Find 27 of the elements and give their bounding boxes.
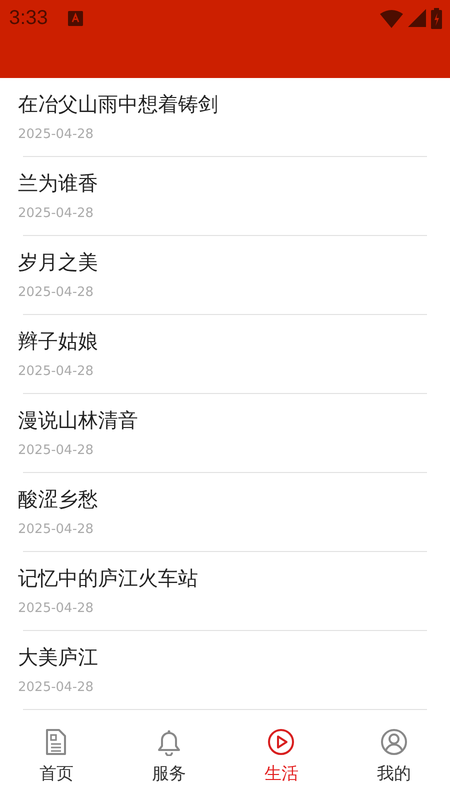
article-date: 2025-04-28 [18, 600, 94, 618]
article-date: 2025-04-28 [18, 126, 94, 144]
article-date: 2025-04-28 [18, 363, 94, 381]
article-title[interactable]: 兰为谁香 [18, 169, 98, 197]
article-title[interactable]: 大美庐江 [18, 643, 98, 671]
article-date: 2025-04-28 [18, 442, 94, 460]
article-title[interactable]: 漫说山林清音 [18, 406, 138, 434]
signal-icon [408, 9, 426, 27]
nav-tab[interactable]: 生活 [225, 710, 338, 800]
play-icon [267, 728, 296, 756]
status-time: 3:33 [9, 6, 48, 30]
article-title[interactable]: 辫子姑娘 [18, 327, 98, 355]
keyboard-notification-icon [68, 10, 83, 26]
article-date: 2025-04-28 [18, 679, 94, 697]
article-title[interactable]: 酸涩乡愁 [18, 485, 98, 513]
wifi-icon [380, 8, 403, 28]
article-date: 2025-04-28 [18, 521, 94, 539]
nav-tab[interactable]: 首页 [0, 710, 112, 800]
article-title[interactable]: 岁月之美 [18, 248, 98, 276]
article-title[interactable]: 在冶父山雨中想着铸剑 [18, 90, 218, 118]
article-title[interactable]: 记忆中的庐江火车站 [18, 564, 198, 592]
person-icon [380, 728, 408, 756]
nav-tab[interactable]: 服务 [112, 710, 225, 800]
nav-tab[interactable]: 我的 [338, 710, 450, 800]
article-date: 2025-04-28 [18, 205, 94, 223]
article-date: 2025-04-28 [18, 284, 94, 302]
battery-icon [431, 8, 442, 28]
